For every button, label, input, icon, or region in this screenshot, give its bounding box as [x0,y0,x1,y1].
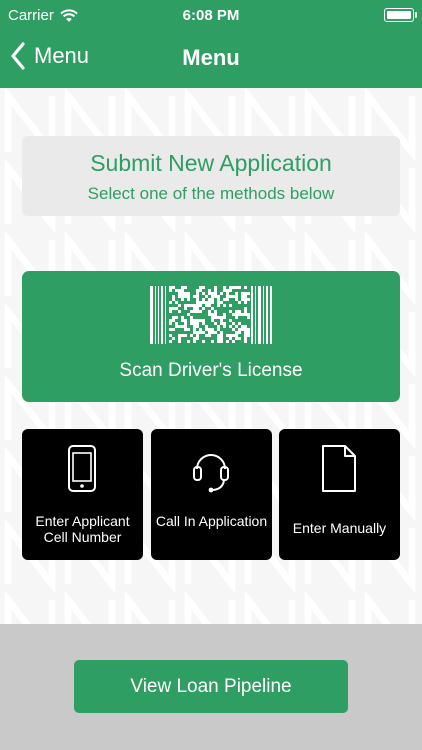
barcode-icon [150,286,272,344]
call-in-application-button[interactable]: Call In Application [151,429,272,560]
view-loan-pipeline-button[interactable]: View Loan Pipeline [74,660,348,713]
footer-bar: View Loan Pipeline [0,624,422,750]
chevron-left-icon [11,42,25,70]
nav-bar: Menu Menu [0,30,422,88]
headset-icon [193,454,229,493]
menu-content: Submit New Application Select one of the… [0,88,422,624]
battery-icon [384,8,417,22]
enter-cell-number-label: Enter Applicant Cell Number [35,513,130,545]
document-icon [322,445,356,492]
call-in-application-label: Call In Application [155,513,268,529]
card-title: Submit New Application [90,150,332,176]
back-label: Menu [34,43,90,68]
scan-license-label: Scan Driver's License [119,360,303,381]
status-bar: Carrier 6:08 PM [0,0,422,30]
enter-manually-button[interactable]: Enter Manually [279,429,400,560]
status-time: 6:08 PM [182,7,240,24]
scan-license-button[interactable]: Scan Driver's License [22,271,400,402]
back-button[interactable]: Menu [10,42,89,70]
submit-application-card: Submit New Application Select one of the… [22,136,400,216]
enter-cell-number-button[interactable]: Enter Applicant Cell Number [22,429,143,560]
enter-manually-label: Enter Manually [292,520,387,536]
phone-icon [68,445,96,492]
card-subtitle: Select one of the methods below [87,184,335,203]
app-header: Carrier 6:08 PM Menu Menu [0,0,422,88]
